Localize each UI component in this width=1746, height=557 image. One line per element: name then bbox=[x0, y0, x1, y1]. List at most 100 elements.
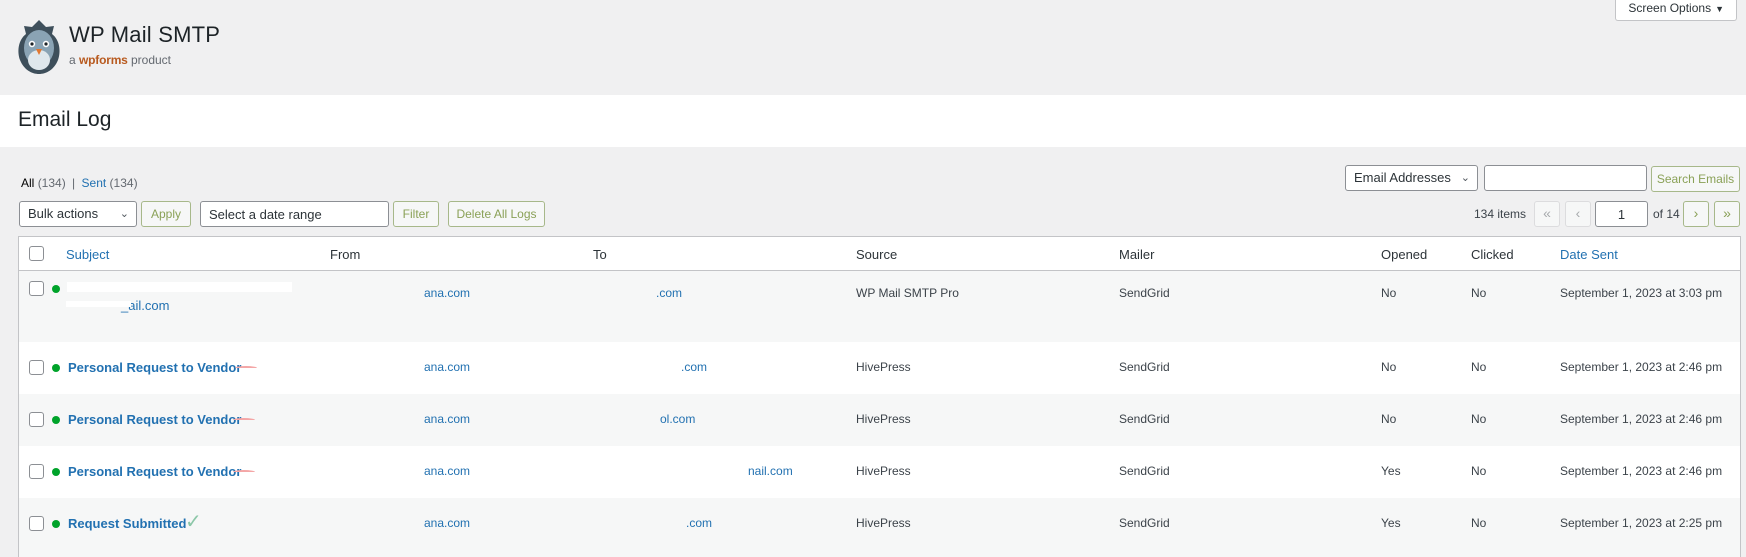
first-page-button[interactable]: « bbox=[1534, 201, 1560, 227]
row-checkbox[interactable] bbox=[29, 281, 44, 296]
source: HivePress bbox=[856, 464, 911, 478]
redacted-block bbox=[67, 282, 292, 292]
row-checkbox[interactable] bbox=[29, 464, 44, 479]
search-input[interactable] bbox=[1484, 165, 1647, 191]
date-sent: September 1, 2023 at 2:46 pm bbox=[1560, 464, 1723, 478]
page-title: Email Log bbox=[18, 108, 112, 131]
status-sent-dot bbox=[52, 416, 60, 424]
status-sent-dot bbox=[52, 468, 60, 476]
brand-subtitle: a wpforms product bbox=[69, 53, 171, 67]
wpforms-brand: wpforms bbox=[79, 53, 128, 67]
table-row: Personal Request to Vendor ana.com ol.co… bbox=[19, 394, 1740, 446]
table-row: _ail.com ana.com .com WP Mail SMTP Pro S… bbox=[19, 271, 1740, 342]
email-subject-link[interactable]: Personal Request to Vendor bbox=[68, 464, 241, 479]
to-email: .com bbox=[686, 516, 713, 530]
to-email: .com bbox=[681, 360, 708, 374]
filter-button[interactable]: Filter bbox=[393, 201, 439, 227]
table-row: Personal Request to Vendor ana.com .com … bbox=[19, 342, 1740, 394]
view-separator: | bbox=[72, 176, 76, 190]
total-pages: of 14 bbox=[1653, 207, 1680, 221]
view-all-link[interactable]: All (134) bbox=[21, 176, 66, 190]
last-page-button[interactable]: » bbox=[1714, 201, 1740, 227]
search-type-value: Email Addresses bbox=[1354, 170, 1451, 185]
to-email: .com bbox=[656, 286, 683, 300]
apply-button[interactable]: Apply bbox=[141, 201, 191, 227]
column-opened: Opened bbox=[1381, 247, 1428, 262]
search-type-select[interactable]: Email Addresses ⌄ bbox=[1345, 165, 1478, 191]
status-sent-dot bbox=[52, 520, 60, 528]
view-all-count: (134) bbox=[37, 176, 66, 190]
email-subject-link[interactable]: Personal Request to Vendor bbox=[68, 360, 241, 375]
brand-sub-product: product bbox=[130, 53, 172, 67]
view-sent-link[interactable]: Sent (134) bbox=[82, 176, 138, 190]
redaction-mark bbox=[235, 366, 257, 370]
column-mailer: Mailer bbox=[1119, 247, 1155, 262]
date-sent: September 1, 2023 at 2:25 pm bbox=[1560, 516, 1723, 530]
source: HivePress bbox=[856, 516, 911, 530]
mailer: SendGrid bbox=[1119, 516, 1170, 530]
delete-all-logs-button[interactable]: Delete All Logs bbox=[448, 201, 545, 227]
email-subject-link[interactable]: Personal Request to Vendor bbox=[68, 412, 241, 427]
clicked: No bbox=[1471, 516, 1487, 530]
select-all-checkbox[interactable] bbox=[29, 246, 44, 261]
current-page-input[interactable] bbox=[1595, 201, 1648, 227]
status-sent-dot bbox=[52, 285, 60, 293]
opened: No bbox=[1381, 412, 1397, 426]
screen-options-button[interactable]: Screen Options ▼ bbox=[1615, 0, 1737, 21]
redaction-mark bbox=[233, 470, 255, 474]
date-sent: September 1, 2023 at 2:46 pm bbox=[1560, 412, 1723, 426]
caret-down-icon: ▼ bbox=[1715, 4, 1724, 14]
from-email: ana.com bbox=[424, 464, 471, 478]
email-log-table: Subject From To Source Mailer Opened Cli… bbox=[18, 236, 1741, 557]
date-sent: September 1, 2023 at 3:03 pm bbox=[1560, 286, 1723, 300]
bulk-actions-value: Bulk actions bbox=[28, 206, 99, 221]
date-sent: September 1, 2023 at 2:46 pm bbox=[1560, 360, 1723, 374]
from-email: ana.com bbox=[424, 360, 471, 374]
row-checkbox[interactable] bbox=[29, 412, 44, 427]
brand-title: WP Mail SMTP bbox=[69, 22, 221, 47]
search-emails-button[interactable]: Search Emails bbox=[1651, 166, 1740, 192]
source: WP Mail SMTP Pro bbox=[856, 286, 959, 300]
redacted-block bbox=[66, 301, 131, 307]
status-views: All (134) | Sent (134) bbox=[21, 176, 138, 190]
table-header: Subject From To Source Mailer Opened Cli… bbox=[19, 237, 1740, 271]
source: HivePress bbox=[856, 412, 911, 426]
row-checkbox[interactable] bbox=[29, 360, 44, 375]
plugin-header: WP Mail SMTP a wpforms product Screen Op… bbox=[0, 0, 1746, 95]
bulk-actions-select[interactable]: Bulk actions ⌄ bbox=[19, 201, 137, 227]
column-subject[interactable]: Subject bbox=[66, 247, 109, 262]
chevron-down-icon: ⌄ bbox=[1460, 172, 1470, 184]
date-range-input[interactable] bbox=[200, 201, 389, 227]
checkmark-icon: ✓ bbox=[185, 511, 202, 533]
items-count: 134 items bbox=[1474, 207, 1527, 221]
table-row: Personal Request to Vendor ana.com nail.… bbox=[19, 446, 1740, 498]
source: HivePress bbox=[856, 360, 911, 374]
mailer: SendGrid bbox=[1119, 412, 1170, 426]
brand-sub-a: a bbox=[69, 53, 76, 67]
redaction-mark bbox=[233, 418, 255, 422]
mailer: SendGrid bbox=[1119, 464, 1170, 478]
column-date-sent[interactable]: Date Sent bbox=[1560, 247, 1618, 262]
to-email: ol.com bbox=[660, 412, 696, 426]
clicked: No bbox=[1471, 464, 1487, 478]
from-email: ana.com bbox=[424, 516, 471, 530]
clicked: No bbox=[1471, 286, 1487, 300]
from-email: ana.com bbox=[424, 286, 471, 300]
to-email: nail.com bbox=[748, 464, 793, 478]
prev-page-button[interactable]: ‹ bbox=[1565, 201, 1591, 227]
column-to: To bbox=[593, 247, 607, 262]
view-sent-label: Sent bbox=[81, 176, 107, 190]
column-source: Source bbox=[856, 247, 898, 262]
row-checkbox[interactable] bbox=[29, 516, 44, 531]
opened: Yes bbox=[1381, 464, 1401, 478]
column-clicked: Clicked bbox=[1471, 247, 1514, 262]
clicked: No bbox=[1471, 360, 1487, 374]
opened: No bbox=[1381, 360, 1397, 374]
clicked: No bbox=[1471, 412, 1487, 426]
view-sent-count: (134) bbox=[109, 176, 138, 190]
table-row: Request Submitted ✓ ana.com .com HivePre… bbox=[19, 498, 1740, 557]
email-subject-link[interactable]: Request Submitted bbox=[68, 516, 186, 531]
opened: Yes bbox=[1381, 516, 1401, 530]
next-page-button[interactable]: › bbox=[1683, 201, 1709, 227]
column-from: From bbox=[330, 247, 361, 262]
